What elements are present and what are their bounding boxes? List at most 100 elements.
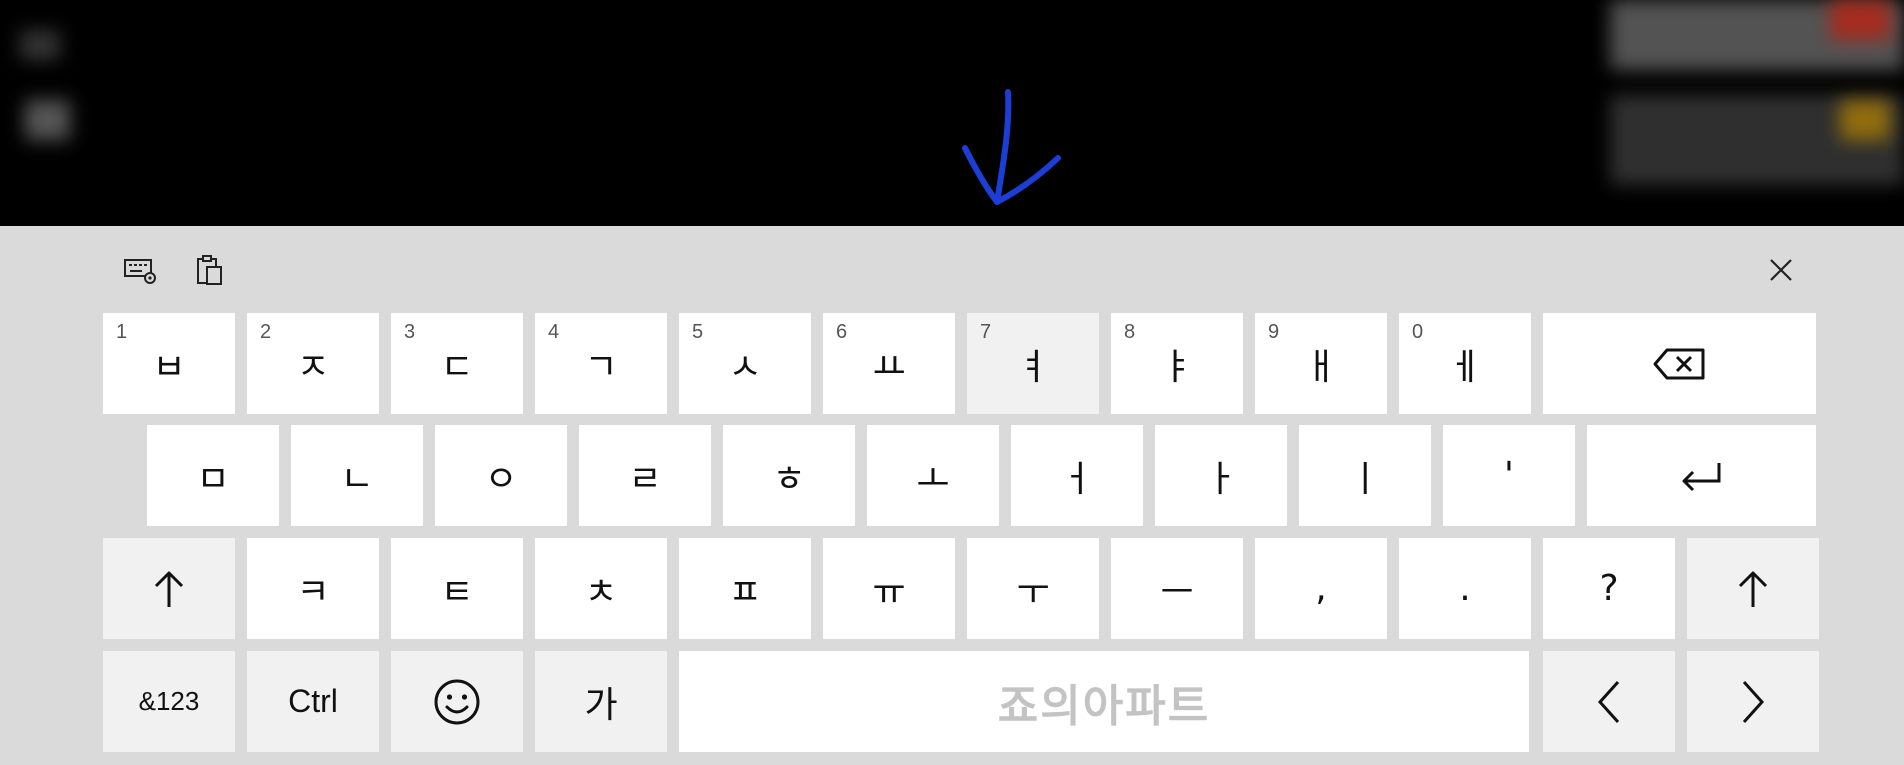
shift-icon	[152, 569, 186, 609]
close-icon	[1770, 259, 1792, 281]
key-question[interactable]: ?	[1543, 538, 1675, 639]
key-eo[interactable]: ㅓ	[1011, 425, 1143, 526]
key-label: ,	[1315, 568, 1327, 609]
key-ae[interactable]: 9ㅐ	[1255, 313, 1387, 414]
key-i[interactable]: ㅣ	[1299, 425, 1431, 526]
key-jieut[interactable]: 2ㅈ	[247, 313, 379, 414]
close-keyboard-button[interactable]	[1761, 250, 1801, 290]
key-label: ㅂ	[152, 346, 186, 388]
key-label: ?	[1599, 568, 1619, 609]
chevron-left-icon	[1594, 679, 1624, 725]
key-label: ㅜ	[1016, 571, 1050, 613]
background-area	[0, 0, 1904, 226]
key-giyeok[interactable]: 4ㄱ	[535, 313, 667, 414]
key-yu[interactable]: ㅠ	[823, 538, 955, 639]
key-pieup[interactable]: ㅍ	[679, 538, 811, 639]
key-label: ㅋ	[296, 571, 330, 613]
key-digeut[interactable]: 3ㄷ	[391, 313, 523, 414]
arrow-down-annotation-icon	[962, 89, 1061, 205]
key-u[interactable]: ㅜ	[967, 538, 1099, 639]
key-label: ㅅ	[728, 346, 762, 388]
key-yeo[interactable]: 7ㅕ	[967, 313, 1099, 414]
key-ya[interactable]: 8ㅑ	[1111, 313, 1243, 414]
clipboard-button[interactable]	[190, 250, 230, 290]
keyboard-settings-button[interactable]	[120, 250, 160, 290]
key-label: ㅊ	[584, 571, 618, 613]
key-number-hint: 8	[1124, 321, 1136, 343]
key-number-hint: 6	[836, 321, 848, 343]
key-label: ㅡ	[1160, 571, 1194, 613]
shift-right-key[interactable]	[1687, 538, 1819, 639]
key-label: ㅓ	[1060, 458, 1094, 500]
key-label: .	[1459, 568, 1471, 609]
key-label: ㅌ	[440, 571, 474, 613]
key-siot[interactable]: 5ㅅ	[679, 313, 811, 414]
space-key[interactable]: 죠의아파트	[679, 651, 1529, 752]
key-chieut[interactable]: ㅊ	[535, 538, 667, 639]
key-label: 죠의아파트	[997, 680, 1211, 732]
key-ieung[interactable]: ㅇ	[435, 425, 567, 526]
key-label: ㅔ	[1448, 346, 1482, 388]
key-mieum[interactable]: ㅁ	[147, 425, 279, 526]
key-label: ㅕ	[1016, 346, 1050, 388]
key-number-hint: 0	[1412, 321, 1424, 343]
key-label: ㅁ	[196, 458, 230, 500]
key-hieut[interactable]: ㅎ	[723, 425, 855, 526]
enter-key[interactable]	[1587, 425, 1816, 526]
key-label: ㅇ	[484, 458, 518, 500]
key-label: &123	[138, 686, 200, 716]
key-label: ㅈ	[296, 346, 330, 388]
key-comma[interactable]: ,	[1255, 538, 1387, 639]
key-number-hint: 1	[116, 321, 128, 343]
key-apostrophe[interactable]: '	[1443, 425, 1575, 526]
keyboard-settings-icon	[124, 259, 156, 284]
key-label: ㄱ	[584, 346, 618, 388]
symbols-key[interactable]: &123	[103, 651, 235, 752]
enter-icon	[1679, 459, 1725, 493]
backspace-key[interactable]	[1543, 313, 1816, 414]
ctrl-key[interactable]: Ctrl	[247, 651, 379, 752]
key-label: ㄴ	[340, 458, 374, 500]
key-eu[interactable]: ㅡ	[1111, 538, 1243, 639]
key-rieul[interactable]: ㄹ	[579, 425, 711, 526]
key-bieup[interactable]: 1ㅂ	[103, 313, 235, 414]
key-number-hint: 2	[260, 321, 272, 343]
shift-icon	[1736, 569, 1770, 609]
right-arrow-key[interactable]	[1687, 651, 1819, 752]
key-number-hint: 7	[980, 321, 992, 343]
key-label: ㅠ	[872, 571, 906, 613]
key-label: ㅎ	[772, 458, 806, 500]
clipboard-icon	[197, 255, 222, 285]
key-o[interactable]: ㅗ	[867, 425, 999, 526]
backspace-icon	[1653, 347, 1707, 381]
key-period[interactable]: .	[1399, 538, 1531, 639]
key-number-hint: 4	[548, 321, 560, 343]
key-label: ㅑ	[1160, 346, 1194, 388]
key-number-hint: 3	[404, 321, 416, 343]
emoji-key[interactable]	[391, 651, 523, 752]
key-kieuk[interactable]: ㅋ	[247, 538, 379, 639]
key-yo[interactable]: 6ㅛ	[823, 313, 955, 414]
smiley-icon	[433, 678, 481, 726]
key-label: ㄹ	[628, 458, 662, 500]
key-label: ㅐ	[1304, 346, 1338, 388]
key-label: ㄷ	[440, 346, 474, 388]
key-number-hint: 5	[692, 321, 704, 343]
key-label: Ctrl	[288, 683, 338, 719]
chevron-right-icon	[1738, 679, 1768, 725]
key-label: ㅣ	[1348, 458, 1382, 500]
key-label: ㅍ	[728, 571, 762, 613]
key-label: ㅏ	[1204, 458, 1238, 500]
key-nieun[interactable]: ㄴ	[291, 425, 423, 526]
key-a[interactable]: ㅏ	[1155, 425, 1287, 526]
key-e[interactable]: 0ㅔ	[1399, 313, 1531, 414]
key-label: '	[1504, 455, 1514, 496]
left-arrow-key[interactable]	[1543, 651, 1675, 752]
shift-left-key[interactable]	[103, 538, 235, 639]
key-label: ㅛ	[872, 346, 906, 388]
key-number-hint: 9	[1268, 321, 1280, 343]
key-label: 가	[584, 684, 618, 726]
key-tieut[interactable]: ㅌ	[391, 538, 523, 639]
key-label: ㅗ	[916, 458, 950, 500]
language-key[interactable]: 가	[535, 651, 667, 752]
